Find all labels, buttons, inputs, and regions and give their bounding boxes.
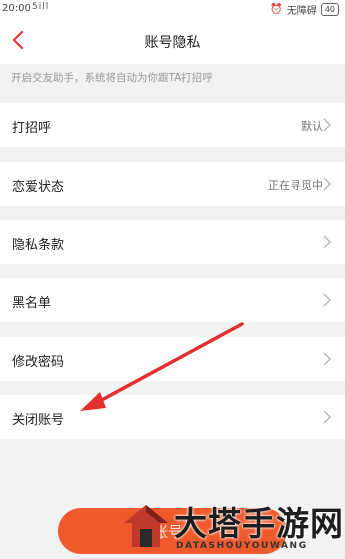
row-label: 黑名单 (12, 296, 52, 311)
chevron-right-icon (323, 118, 331, 132)
row-value: 默认 (301, 120, 323, 133)
row-label: 打招呼 (12, 121, 52, 136)
status-right: ⏰ 无障碍 40 (270, 2, 339, 17)
alarm-icon: ⏰ (270, 4, 283, 15)
status-time: 20:00 (2, 3, 31, 14)
chevron-right-icon (323, 177, 331, 191)
hint-text: 开启交友助手，系统将自动为你跟TA打招呼 (0, 64, 345, 92)
settings-row-close-account[interactable]: 关闭账号 (0, 395, 345, 439)
chevron-right-icon (323, 352, 331, 366)
accessibility-label: 无障碍 (286, 6, 317, 17)
settings-row-love-status[interactable]: 恋爱状态 正在寻觅中 (0, 162, 345, 206)
chevron-right-icon (323, 293, 331, 307)
settings-row-privacy-terms[interactable]: 隐私条款 (0, 220, 345, 264)
row-label: 隐私条款 (12, 238, 65, 253)
close-account-button[interactable]: 账号 (58, 508, 287, 554)
nav-bar: 账号隐私 (0, 18, 345, 64)
settings-row-change-password[interactable]: 修改密码 (0, 337, 345, 381)
settings-row-blacklist[interactable]: 黑名单 (0, 278, 345, 322)
battery-indicator: 40 (320, 3, 339, 16)
row-value: 正在寻觅中 (268, 179, 323, 192)
signal-icon: 5ill (32, 2, 50, 12)
page-title: 账号隐私 (144, 35, 201, 51)
settings-row-greeting[interactable]: 打招呼 默认 (0, 103, 345, 147)
row-label: 关闭账号 (12, 413, 65, 428)
hint-label: 开启交友助手，系统将自动为你跟TA打招呼 (11, 72, 213, 84)
chevron-right-icon (323, 235, 331, 249)
row-label: 恋爱状态 (12, 180, 65, 195)
button-label: 账号 (153, 523, 184, 541)
chevron-right-icon (323, 410, 331, 424)
row-label: 修改密码 (12, 355, 65, 370)
status-bar: 20:00 5ill ⏰ 无障碍 40 (0, 0, 345, 18)
